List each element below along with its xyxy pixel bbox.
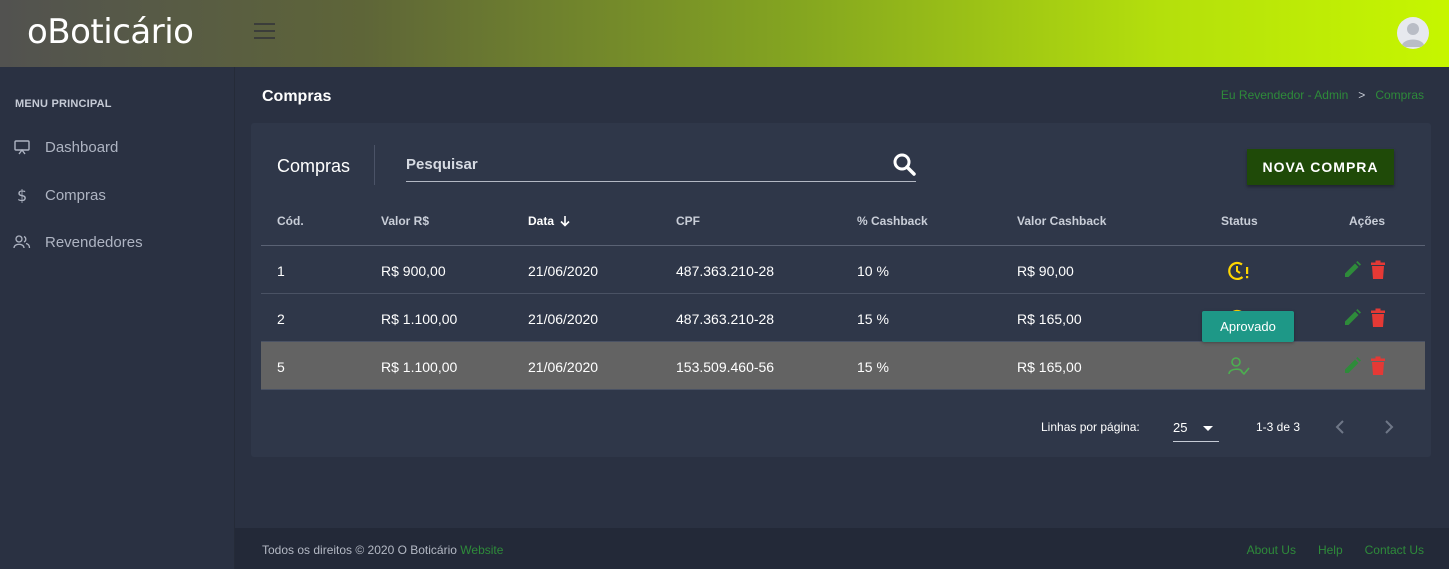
table-row: 5 R$ 1.100,00 21/06/2020 153.509.460-56 … bbox=[261, 342, 1425, 390]
column-header-valor[interactable]: Valor R$ bbox=[381, 214, 429, 228]
delete-trash-icon[interactable] bbox=[1369, 308, 1389, 328]
divider bbox=[374, 145, 375, 185]
rows-per-page-select[interactable]: 25 bbox=[1173, 414, 1219, 442]
cell-cod: 1 bbox=[277, 263, 285, 279]
monitor-icon bbox=[13, 138, 31, 156]
pagination-bar: Linhas por página: 25 1-3 de 3 bbox=[251, 401, 1431, 457]
status-approved-user-check-icon[interactable] bbox=[1227, 356, 1250, 376]
svg-text:$: $ bbox=[17, 187, 27, 203]
page-title: Compras bbox=[262, 88, 332, 105]
delete-trash-icon[interactable] bbox=[1369, 260, 1389, 280]
prev-page-chevron-icon[interactable] bbox=[1330, 417, 1350, 437]
status-pending-clock-icon[interactable] bbox=[1227, 260, 1249, 280]
footer-link-contact-us[interactable]: Contact Us bbox=[1365, 543, 1424, 557]
status-tooltip: Aprovado bbox=[1202, 311, 1294, 342]
dollar-icon: $ bbox=[13, 186, 31, 204]
cell-valor: R$ 1.100,00 bbox=[381, 359, 458, 375]
top-bar: oBoticário bbox=[0, 0, 1449, 67]
sidebar-item-label: Dashboard bbox=[45, 138, 119, 156]
cell-valor: R$ 1.100,00 bbox=[381, 311, 458, 327]
breadcrumb-root-link[interactable]: Eu Revendedor - Admin bbox=[1221, 88, 1348, 102]
cell-cpf: 487.363.210-28 bbox=[676, 311, 775, 327]
sidebar-item-dashboard[interactable]: Dashboard bbox=[13, 135, 118, 159]
breadcrumb: Eu Revendedor - Admin > Compras bbox=[1221, 88, 1424, 102]
user-icon bbox=[1401, 23, 1425, 47]
column-header-cod[interactable]: Cód. bbox=[277, 214, 304, 228]
purchases-card: Compras NOVA COMPRA Cód. Valor R$ Data C… bbox=[251, 123, 1431, 457]
column-header-acoes: Ações bbox=[1349, 214, 1386, 228]
card-title: Compras bbox=[277, 156, 351, 176]
cell-data: 21/06/2020 bbox=[528, 263, 599, 279]
column-header-cpf[interactable]: CPF bbox=[676, 214, 700, 228]
cell-cpf: 153.509.460-56 bbox=[676, 359, 775, 375]
breadcrumb-separator: > bbox=[1358, 88, 1366, 102]
new-purchase-button[interactable]: NOVA COMPRA bbox=[1247, 149, 1394, 185]
cell-cpf: 487.363.210-28 bbox=[676, 263, 775, 279]
cell-data: 21/06/2020 bbox=[528, 359, 599, 375]
user-avatar[interactable] bbox=[1397, 17, 1429, 49]
pagination-range: 1-3 de 3 bbox=[1256, 420, 1301, 434]
next-page-chevron-icon[interactable] bbox=[1379, 417, 1399, 437]
sort-arrow-down-icon bbox=[560, 216, 570, 227]
rows-per-page-label: Linhas por página: bbox=[1041, 420, 1140, 434]
search-icon[interactable] bbox=[892, 152, 916, 176]
delete-trash-icon[interactable] bbox=[1369, 356, 1389, 376]
footer-links: About Us Help Contact Us bbox=[1247, 543, 1424, 557]
website-link[interactable]: Website bbox=[460, 543, 503, 557]
column-header-status[interactable]: Status bbox=[1221, 214, 1258, 228]
table-header: Cód. Valor R$ Data CPF % Cashback Valor … bbox=[261, 207, 1425, 246]
cell-cod: 2 bbox=[277, 311, 285, 327]
menu-section-title: MENU PRINCIPAL bbox=[15, 98, 112, 110]
copyright: Todos os direitos © 2020 O Boticário Web… bbox=[262, 543, 503, 557]
column-header-valor-cashback[interactable]: Valor Cashback bbox=[1017, 214, 1106, 228]
footer-link-about-us[interactable]: About Us bbox=[1247, 543, 1296, 557]
copyright-text: Todos os direitos © 2020 O Boticário bbox=[262, 543, 457, 557]
menu-toggle-icon[interactable] bbox=[254, 23, 275, 39]
caret-down-icon bbox=[1203, 426, 1213, 431]
cell-data: 21/06/2020 bbox=[528, 311, 599, 327]
search-bar bbox=[406, 145, 916, 182]
edit-pencil-icon[interactable] bbox=[1342, 308, 1362, 328]
cell-pct-cashback: 15 % bbox=[857, 359, 889, 375]
cell-valor-cashback: R$ 165,00 bbox=[1017, 311, 1082, 327]
edit-pencil-icon[interactable] bbox=[1342, 356, 1362, 376]
sidebar-item-revendedores[interactable]: Revendedores bbox=[13, 230, 143, 254]
users-icon bbox=[13, 233, 31, 251]
edit-pencil-icon[interactable] bbox=[1342, 260, 1362, 280]
main-content: Compras Eu Revendedor - Admin > Compras … bbox=[235, 67, 1449, 528]
cell-valor-cashback: R$ 90,00 bbox=[1017, 263, 1074, 279]
footer-link-help[interactable]: Help bbox=[1318, 543, 1343, 557]
cell-pct-cashback: 15 % bbox=[857, 311, 889, 327]
column-header-data[interactable]: Data bbox=[528, 214, 571, 228]
cell-valor-cashback: R$ 165,00 bbox=[1017, 359, 1082, 375]
rows-per-page-value: 25 bbox=[1173, 420, 1188, 435]
search-input[interactable] bbox=[406, 153, 876, 175]
column-header-pct-cashback[interactable]: % Cashback bbox=[857, 214, 928, 228]
sidebar-item-label: Revendedores bbox=[45, 233, 143, 251]
table-row: 1 R$ 900,00 21/06/2020 487.363.210-28 10… bbox=[261, 246, 1425, 294]
cell-valor: R$ 900,00 bbox=[381, 263, 446, 279]
cell-cod: 5 bbox=[277, 359, 285, 375]
column-header-data-label: Data bbox=[528, 214, 555, 228]
breadcrumb-current: Compras bbox=[1375, 88, 1424, 102]
sidebar: MENU PRINCIPAL Dashboard $ Compras Reven… bbox=[0, 67, 235, 569]
sidebar-item-label: Compras bbox=[45, 186, 106, 204]
sidebar-item-compras[interactable]: $ Compras bbox=[13, 183, 106, 207]
brand-logo[interactable]: oBoticário bbox=[27, 12, 194, 52]
cell-pct-cashback: 10 % bbox=[857, 263, 889, 279]
page-footer: Todos os direitos © 2020 O Boticário Web… bbox=[235, 528, 1449, 569]
